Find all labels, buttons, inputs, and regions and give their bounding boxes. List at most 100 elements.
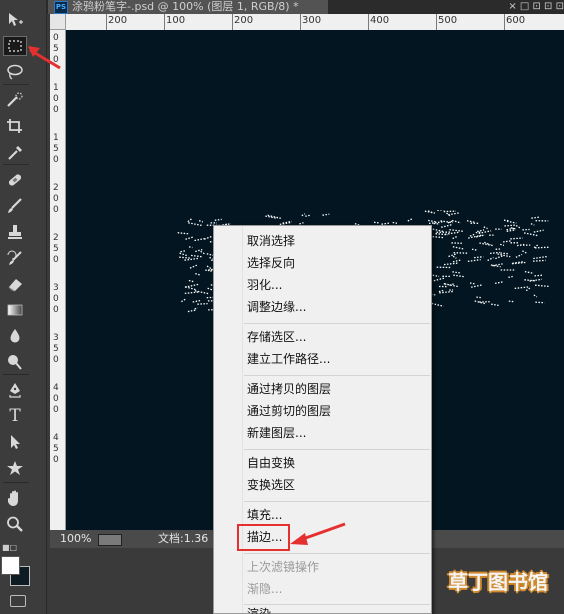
ruler-left-label: 0 <box>53 455 59 465</box>
lasso-tool-icon[interactable] <box>3 62 27 82</box>
ruler-left-label: 5 <box>53 444 59 454</box>
chalk-stroke <box>305 214 311 217</box>
chalk-stroke <box>510 237 523 240</box>
window-controls[interactable]: × □ ⊡ ⊡ ⊡ <box>478 0 564 14</box>
document-tab[interactable]: PS 涂鸦粉笔字-.psd @ 100% (图层 1, RGB/8) * <box>48 0 328 14</box>
ruler-top-tick <box>106 14 107 30</box>
blur-tool-icon[interactable] <box>3 326 27 346</box>
chalk-stroke <box>530 223 535 226</box>
menu-item-free-transform[interactable]: 自由变换 <box>247 453 295 473</box>
reset-colors-icon[interactable]: ■□ <box>2 544 17 552</box>
chalk-stroke <box>503 219 509 222</box>
type-tool-icon[interactable]: T <box>3 406 27 426</box>
chalk-stroke <box>508 275 513 279</box>
chalk-stroke <box>214 218 222 221</box>
menu-item-layer-via-cut[interactable]: 通过剪切的图层 <box>247 401 331 421</box>
move-tool-icon[interactable] <box>3 10 27 30</box>
ruler-origin[interactable] <box>50 14 66 30</box>
stroke-highlight-box <box>237 524 290 551</box>
menu-item-render[interactable]: 渲染 <box>247 606 271 614</box>
menu-item-layer-via-copy[interactable]: 通过拷贝的图层 <box>247 379 331 399</box>
chalk-stroke <box>449 229 464 232</box>
chalk-stroke <box>491 303 499 307</box>
chalk-stroke <box>179 252 189 257</box>
chalk-stroke <box>448 253 457 258</box>
chalk-stroke <box>431 302 444 307</box>
ruler-left-label: 4 <box>53 433 59 443</box>
chalk-stroke <box>467 258 481 263</box>
zoom-level[interactable]: 100% <box>60 530 91 548</box>
ruler-left-label: 3 <box>53 333 59 343</box>
document-tab-bar: PS 涂鸦粉笔字-.psd @ 100% (图层 1, RGB/8) * × □ … <box>46 0 564 14</box>
pen-tool-icon[interactable] <box>3 380 27 400</box>
chalk-stroke <box>374 221 380 224</box>
chalk-stroke <box>500 252 508 255</box>
chalk-stroke <box>432 228 445 233</box>
chalk-stroke <box>533 259 546 262</box>
chalk-stroke <box>441 223 453 228</box>
brush-tool-icon[interactable] <box>3 196 27 216</box>
menu-item-save-selection[interactable]: 存储选区... <box>247 327 306 347</box>
chalk-stroke <box>452 235 458 240</box>
eraser-tool-icon[interactable] <box>3 274 27 294</box>
crop-tool-icon[interactable] <box>3 116 27 136</box>
chalk-stroke <box>495 255 504 260</box>
gradient-tool-icon[interactable] <box>3 300 27 320</box>
quick-mask-icon[interactable] <box>10 595 26 607</box>
menu-item-fill[interactable]: 填充... <box>247 505 282 525</box>
chalk-stroke <box>533 229 544 233</box>
chalk-stroke <box>515 253 523 258</box>
chalk-stroke <box>533 294 538 298</box>
ruler-left-label: 5 <box>53 344 59 354</box>
quick-selection-tool-icon[interactable] <box>3 90 27 110</box>
chalk-stroke <box>439 290 454 294</box>
chalk-stroke <box>483 226 488 230</box>
chalk-stroke <box>471 248 477 251</box>
chalk-stroke <box>452 246 465 250</box>
horizontal-ruler[interactable]: 200 100 200 300 400 500 600 <box>66 14 564 31</box>
ruler-top-tick <box>504 14 505 30</box>
ruler-left-label: 5 <box>53 144 59 154</box>
menu-item-new-layer[interactable]: 新建图层... <box>247 423 306 443</box>
chalk-stroke <box>444 283 459 288</box>
history-brush-tool-icon[interactable] <box>3 248 27 268</box>
chalk-stroke <box>453 274 464 278</box>
chalk-stroke <box>534 274 544 277</box>
ruler-left-label: 1 <box>53 133 59 143</box>
path-selection-tool-icon[interactable] <box>3 432 27 452</box>
chalk-stroke <box>477 229 485 233</box>
menu-item-transform-selection[interactable]: 变换选区 <box>247 475 295 495</box>
zoom-tool-icon[interactable] <box>3 514 27 534</box>
healing-brush-tool-icon[interactable] <box>3 170 27 190</box>
ruler-left-label: 0 <box>53 405 59 415</box>
dodge-tool-icon[interactable] <box>3 352 27 372</box>
chalk-stroke <box>475 231 481 234</box>
chalk-stroke <box>452 259 461 263</box>
chalk-stroke <box>453 252 469 254</box>
marquee-tool-icon[interactable] <box>3 36 27 56</box>
shape-tool-icon[interactable] <box>3 458 27 478</box>
chalk-stroke <box>322 213 330 216</box>
chalk-stroke <box>469 282 475 285</box>
menu-item-feather[interactable]: 羽化... <box>247 275 282 295</box>
vertical-ruler[interactable]: 050100150200250300350400450 <box>50 30 66 530</box>
chalk-stroke <box>503 240 513 243</box>
menu-item-refine-edge[interactable]: 调整边缘... <box>247 297 306 317</box>
chalk-stroke <box>424 210 436 214</box>
menu-item-deselect[interactable]: 取消选择 <box>247 231 295 251</box>
status-menu-icon[interactable] <box>98 534 122 546</box>
chalk-stroke <box>524 270 534 275</box>
ruler-top-label: 400 <box>370 15 390 26</box>
hand-tool-icon[interactable] <box>3 488 27 508</box>
chalk-stroke <box>187 218 193 223</box>
chalk-stroke <box>192 299 202 303</box>
eyedropper-tool-icon[interactable] <box>3 142 27 162</box>
clone-stamp-tool-icon[interactable] <box>3 222 27 242</box>
chalk-stroke <box>479 242 494 247</box>
menu-item-make-work-path[interactable]: 建立工作路径... <box>247 349 330 369</box>
ruler-top-tick <box>164 14 165 30</box>
menu-item-select-inverse[interactable]: 选择反向 <box>247 253 295 273</box>
chalk-stroke <box>497 253 511 258</box>
chalk-stroke <box>506 227 515 231</box>
foreground-color-swatch[interactable] <box>1 556 20 575</box>
